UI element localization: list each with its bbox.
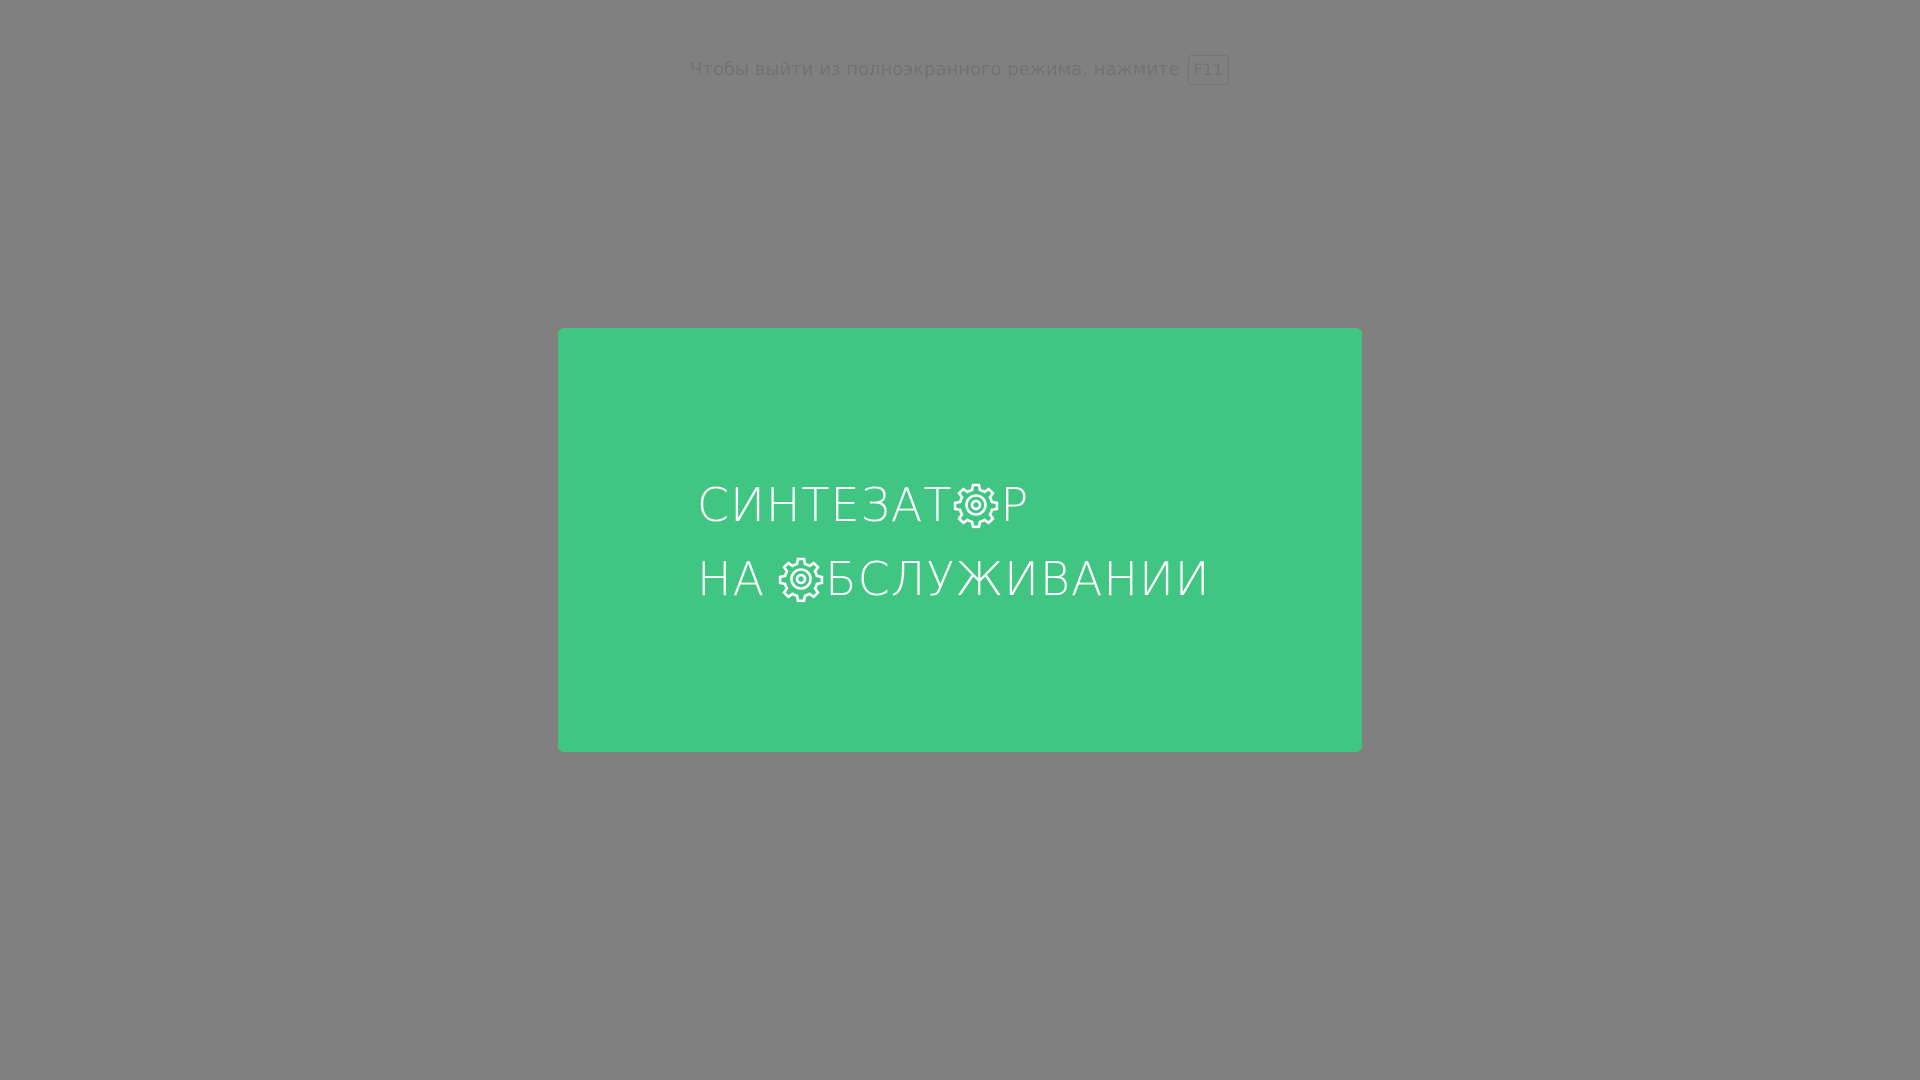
f11-key-badge: F11 xyxy=(1187,54,1230,85)
gear-icon xyxy=(952,481,1000,529)
fullscreen-hint-text: Чтобы выйти из полноэкранного режима, на… xyxy=(689,59,1180,80)
headline-line2-text-b: БСЛУЖИВАНИИ xyxy=(825,552,1211,606)
headline-line-2: НА БСЛУЖИВАНИИ xyxy=(697,542,1211,616)
gear-icon xyxy=(777,555,825,603)
fullscreen-exit-hint: Чтобы выйти из полноэкранного режима, на… xyxy=(680,45,1239,94)
maintenance-headline: СИНТЕЗАТ Р НА БСЛУЖИВАНИИ xyxy=(697,468,1211,616)
headline-line1-text-a: СИНТЕЗАТ xyxy=(697,478,953,532)
headline-line-1: СИНТЕЗАТ Р xyxy=(697,468,1211,542)
maintenance-card: СИНТЕЗАТ Р НА БСЛУЖИВАНИИ xyxy=(558,328,1362,752)
screen: Чтобы выйти из полноэкранного режима, на… xyxy=(0,0,1920,1080)
headline-line2-text-a: НА xyxy=(697,552,766,606)
headline-line1-text-b: Р xyxy=(1000,478,1030,532)
